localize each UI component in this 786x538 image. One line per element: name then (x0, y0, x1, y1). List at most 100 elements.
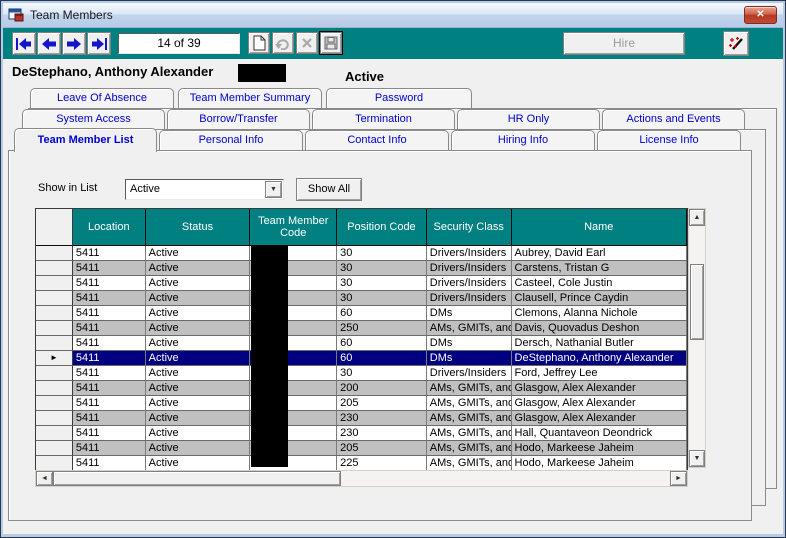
row-selector-cell[interactable] (36, 321, 73, 336)
cell-location: 5411 (72, 411, 146, 426)
grid-header-location: Location (72, 209, 146, 246)
table-row[interactable]: 5411Active 200AMs, GMITs, and SGlasgow, A… (36, 381, 687, 396)
grid-header-selector (36, 209, 73, 246)
tab-termination[interactable]: Termination (312, 109, 455, 129)
redaction-box-code-column (251, 245, 288, 467)
hire-button[interactable]: Hire (563, 32, 685, 55)
tab-contact-info[interactable]: Contact Info (305, 130, 449, 150)
current-record-status: Active (345, 69, 385, 84)
tab-password[interactable]: Password (326, 88, 472, 108)
row-selector-cell[interactable] (36, 441, 73, 456)
cell-name: Hodo, Markeese Jaheim (511, 441, 687, 456)
cell-position-code: 30 (337, 246, 427, 261)
wizard-button[interactable] (723, 31, 749, 56)
cell-location: 5411 (72, 441, 146, 456)
tab-team-member-summary[interactable]: Team Member Summary (178, 88, 322, 108)
close-button[interactable]: ✕ (744, 6, 777, 24)
table-row[interactable]: ► 5411 Active 60 DMs DeStephano, Anthony Alex… (36, 351, 687, 366)
tab-hr-only[interactable]: HR Only (457, 109, 600, 129)
previous-record-button[interactable] (37, 32, 61, 55)
tab-team-member-list[interactable]: Team Member List (14, 128, 157, 152)
last-record-icon (92, 37, 107, 50)
row-selector-cell[interactable] (36, 456, 73, 471)
cell-location: 5411 (72, 336, 146, 351)
cell-name: Aubrey, David Earl (511, 246, 687, 261)
show-all-button[interactable]: Show All (296, 178, 362, 201)
row-selector-cell[interactable] (36, 411, 73, 426)
cell-name: Dersch, Nathanial Butler (511, 336, 687, 351)
table-row[interactable]: 5411 Active 30 Drivers/Insiders Ford, Jeffre… (36, 366, 687, 381)
scroll-left-icon: ◄ (41, 475, 48, 482)
new-record-button[interactable] (248, 32, 270, 54)
undo-button[interactable] (272, 32, 294, 54)
cell-status: Active (145, 351, 251, 366)
cell-name: DeStephano, Anthony Alexander (511, 351, 687, 366)
cell-status: Active (145, 291, 251, 306)
chevron-down-icon[interactable]: ▼ (265, 181, 282, 198)
tab-leave-of-absence[interactable]: Leave Of Absence (30, 88, 174, 108)
table-row[interactable]: 5411 Active 30 Drivers/Insiders Clausell, Pr… (36, 291, 687, 306)
row-pointer-icon[interactable]: ► (36, 351, 73, 366)
scroll-left-button[interactable]: ◄ (36, 471, 53, 486)
scroll-down-button[interactable]: ▼ (689, 450, 705, 467)
first-record-button[interactable] (12, 32, 36, 55)
grid-header-row: Location Status Team Member Code Position C… (36, 209, 687, 246)
table-row[interactable]: 5411 Active 30 Drivers/Insiders Carstens, Tr… (36, 261, 687, 276)
scroll-right-button[interactable]: ► (670, 471, 687, 486)
tab-borrow-transfer[interactable]: Borrow/Transfer (167, 109, 310, 129)
table-row[interactable]: 5411 Active 30 Drivers/Insiders Casteel, Col… (36, 276, 687, 291)
cell-status: Active (145, 426, 251, 441)
row-selector-cell[interactable] (36, 381, 73, 396)
grid-vertical-scrollbar[interactable]: ▲ ▼ (688, 208, 706, 468)
cell-status: Active (145, 306, 251, 321)
cell-name: Carstens, Tristan G (511, 261, 687, 276)
tab-actions-and-events[interactable]: Actions and Events (602, 109, 745, 129)
redo-arrow-icon (275, 39, 289, 50)
table-row[interactable]: 5411Active 205AMs, GMITs, and SGlasgow, A… (36, 396, 687, 411)
row-selector-cell[interactable] (36, 246, 73, 261)
row-selector-cell[interactable] (36, 396, 73, 411)
cell-security-class: DMs (426, 351, 512, 366)
grid-header-team-member-code: Team Member Code (250, 209, 338, 246)
cell-security-class: DMs (426, 306, 512, 321)
row-selector-cell[interactable] (36, 276, 73, 291)
table-row[interactable]: 5411Active 250AMs, GMITs, and SDavis, Quo… (36, 321, 687, 336)
row-selector-cell[interactable] (36, 306, 73, 321)
table-row[interactable]: 5411 Active 60 DMs Clemons, Alanna Nichole (36, 306, 687, 321)
horizontal-scroll-thumb[interactable] (53, 471, 341, 486)
record-counter-box[interactable]: 14 of 39 (118, 33, 240, 54)
row-selector-cell[interactable] (36, 261, 73, 276)
table-row[interactable]: 5411Active 230AMs, GMITs, and SGlasgow, A… (36, 411, 687, 426)
row-selector-cell[interactable] (36, 426, 73, 441)
cell-position-code: 230 (337, 426, 427, 441)
delete-record-button[interactable] (296, 32, 318, 54)
row-selector-cell[interactable] (36, 336, 73, 351)
row-selector-cell[interactable] (36, 291, 73, 306)
save-record-button[interactable] (320, 32, 342, 54)
app-window-icon (8, 8, 24, 22)
show-in-list-dropdown[interactable]: Active ▼ (125, 179, 284, 200)
scroll-up-button[interactable]: ▲ (689, 209, 705, 226)
table-row[interactable]: 5411Active 225AMs, GMITs, and SHodo, Mark… (36, 456, 687, 471)
cell-security-class: AMs, GMITs, and S (426, 426, 512, 441)
cell-name: Ford, Jeffrey Lee (511, 366, 687, 381)
tab-license-info[interactable]: License Info (597, 130, 741, 150)
last-record-button[interactable] (87, 32, 111, 55)
grid-horizontal-scrollbar[interactable]: ◄ ► (35, 470, 688, 487)
row-selector-cell[interactable] (36, 366, 73, 381)
tab-system-access[interactable]: System Access (22, 109, 165, 129)
cell-status: Active (145, 261, 251, 276)
cell-location: 5411 (72, 426, 146, 441)
cell-name: Casteel, Cole Justin (511, 276, 687, 291)
table-row[interactable]: 5411 Active 30 Drivers/Insiders Aubrey, Davi… (36, 246, 687, 261)
table-row[interactable]: 5411 Active 60 DMs Dersch, Nathanial Butler (36, 336, 687, 351)
vertical-scroll-thumb[interactable] (690, 264, 704, 340)
tab-personal-info[interactable]: Personal Info (159, 130, 303, 150)
cell-name: Clausell, Prince Caydin (511, 291, 687, 306)
table-row[interactable]: 5411Active 230AMs, GMITs, and SHall, Quan… (36, 426, 687, 441)
table-row[interactable]: 5411Active 205AMs, GMITs, and SHodo, Mark… (36, 441, 687, 456)
cell-position-code: 30 (337, 291, 427, 306)
cell-security-class: AMs, GMITs, and S (426, 381, 512, 396)
tab-hiring-info[interactable]: Hiring Info (451, 130, 595, 150)
next-record-button[interactable] (62, 32, 86, 55)
